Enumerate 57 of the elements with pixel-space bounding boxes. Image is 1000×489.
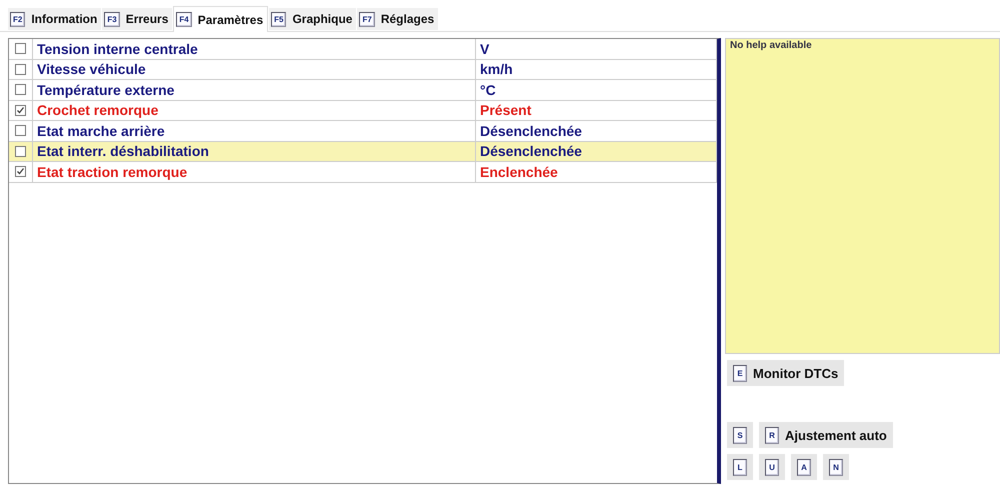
checkbox[interactable] [15,104,26,116]
tab[interactable]: F4 Paramètres [173,6,268,32]
checkbox[interactable] [15,146,26,157]
key-badge: F7 [359,12,375,26]
tab-label: Erreurs [126,12,168,26]
checkbox[interactable] [15,64,26,75]
key-button[interactable]: U [759,454,785,480]
key-badge: A [797,458,811,476]
key-badge: F2 [10,12,26,26]
tab[interactable]: F7 Réglages [357,8,438,30]
tab[interactable]: F5 Graphique [269,8,356,30]
parameter-name: Crochet remorque [33,100,476,120]
tab[interactable]: F2 Information [8,8,102,30]
parameter-value: °C [476,80,717,100]
table-row[interactable]: Vitesse véhicule km/h [9,60,717,80]
tab-label: Graphique [292,12,352,26]
key-button[interactable]: L [727,454,753,480]
parameter-value: Désenclenchée [476,121,717,140]
key-badge: L [733,458,747,476]
parameter-value: Désenclenchée [476,142,717,161]
tab-label: Réglages [380,12,434,26]
table-row[interactable]: Etat traction remorque Enclenchée [9,162,717,182]
checkbox[interactable] [15,43,26,54]
table-row[interactable]: Température externe °C [9,80,717,100]
parameter-name: Vitesse véhicule [33,60,476,79]
parameter-value: V [476,39,717,58]
parameter-value: Enclenchée [476,162,717,182]
parameter-name: Température externe [33,80,476,100]
tab[interactable]: F3 Erreurs [102,8,172,30]
key-badge: F3 [104,12,120,26]
checkbox[interactable] [15,166,26,178]
tab-label: Paramètres [198,12,264,26]
key-button[interactable]: A [791,454,817,480]
key-badge: F4 [176,12,192,27]
parameter-name: Etat interr. déshabilitation [33,142,476,161]
tab-label: Information [31,12,98,26]
table-row[interactable]: Crochet remorque Présent [9,100,717,121]
parameter-name: Tension interne centrale [33,39,476,58]
checkbox[interactable] [15,84,26,96]
key-badge: R [765,426,779,444]
key-button[interactable]: E Monitor DTCs [727,360,844,386]
parameter-name: Etat marche arrière [33,121,476,140]
key-badge: F5 [271,12,286,26]
highlighted-row[interactable]: Etat interr. déshabilitation Désenclenchée [9,142,717,162]
help-text: No help available [730,40,812,51]
key-button[interactable]: S [727,422,753,448]
parameter-name: Etat traction remorque [33,162,476,182]
key-badge: U [765,458,779,476]
key-button[interactable]: N [823,454,849,480]
key-badge: S [733,426,747,444]
key-badge: E [733,364,747,382]
key-badge: N [829,458,843,476]
checkbox[interactable] [15,125,26,136]
table-row[interactable]: Tension interne centrale V [9,39,717,60]
key-button[interactable]: R Ajustement auto [759,422,893,448]
parameter-value: Présent [476,100,717,120]
parameter-value: km/h [476,60,717,79]
